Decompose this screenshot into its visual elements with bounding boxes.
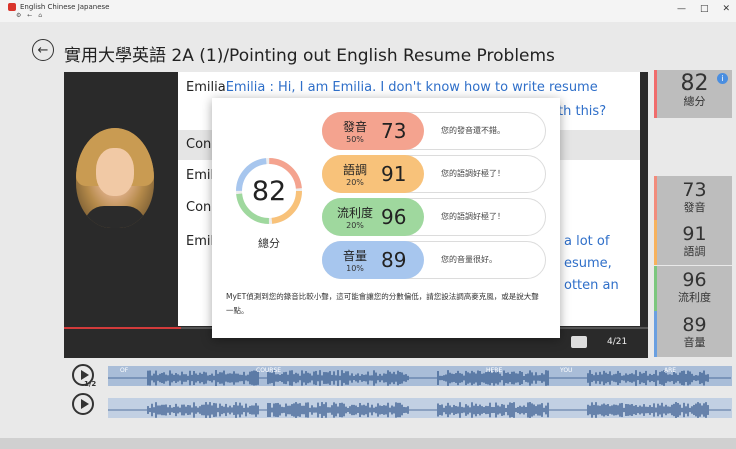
- metric-name: 發音: [342, 120, 367, 134]
- dialog-line[interactable]: esume,: [564, 256, 612, 271]
- total-score-label: 總分: [258, 237, 280, 250]
- play-icon: [81, 370, 89, 380]
- app-logo-icon: [8, 3, 16, 11]
- fluency-score-card[interactable]: 96 流利度: [654, 266, 732, 311]
- wave-word-label: OF: [120, 367, 129, 374]
- score-value: 91: [682, 223, 707, 245]
- metric-name: 語調: [342, 163, 367, 177]
- page-counter: 4/21: [607, 337, 628, 347]
- metric-fluency: 流利度 20% 96 您的語調好極了！: [322, 198, 546, 236]
- info-icon[interactable]: i: [717, 73, 728, 84]
- pronunciation-score-card[interactable]: 73 發音: [654, 176, 732, 220]
- score-label: 語調: [683, 245, 706, 258]
- dialog-text: Emilia : Hi, I am Emilia. I don't know h…: [225, 80, 598, 95]
- dialog-line[interactable]: EmiliaEmilia : Hi, I am Emilia. I don't …: [186, 80, 598, 95]
- page-title: 實用大學英語 2A (1)/Pointing out English Resum…: [64, 46, 555, 66]
- metric-comment: 您的語調好極了！: [441, 212, 505, 221]
- score-value: 73: [682, 179, 707, 201]
- dialog-line[interactable]: Emil: [186, 168, 214, 183]
- metric-weight: 50%: [346, 135, 364, 144]
- metric-score: 73: [381, 119, 407, 143]
- app-window: English Chinese Japanese ⚙ ← ⌂ — □ ✕ ← 實…: [0, 0, 736, 449]
- maximize-icon[interactable]: □: [700, 4, 709, 14]
- wave-word-label: ARE: [664, 367, 676, 374]
- metric-comment: 您的音量很好。: [441, 255, 497, 264]
- recording-waveform[interactable]: [108, 398, 732, 418]
- metric-comment: 您的語調好極了！: [441, 169, 505, 178]
- dialog-line[interactable]: Con: [186, 200, 211, 215]
- subtitle-icon[interactable]: [571, 336, 587, 348]
- metric-score: 91: [381, 162, 407, 186]
- window-title: English Chinese Japanese: [20, 3, 110, 11]
- arrow-left-icon: ←: [37, 42, 49, 58]
- total-score-label: 總分: [683, 95, 706, 108]
- dialog-line[interactable]: a lot of: [564, 234, 609, 249]
- total-score-value: 82: [251, 176, 287, 207]
- close-icon[interactable]: ✕: [722, 4, 730, 14]
- score-label: 流利度: [678, 291, 711, 304]
- dialog-line[interactable]: th this?: [558, 104, 606, 119]
- score-value: 96: [682, 269, 707, 291]
- intonation-score-card[interactable]: 91 語調: [654, 220, 732, 265]
- metric-weight: 20%: [346, 221, 364, 230]
- window-menu-icons[interactable]: ⚙ ← ⌂: [16, 12, 44, 19]
- volume-warning-note: MyET偵測到您的錄音比較小聲，這可能會讓您的分數偏低，請您設法調高麥克風，或是…: [226, 292, 539, 315]
- progress-fill: [64, 327, 181, 329]
- metric-comment: 您的發音還不錯。: [441, 126, 505, 135]
- reference-waveform[interactable]: OF COURSE HERE YOU ARE: [108, 366, 732, 386]
- play-icon: [81, 399, 89, 409]
- speaker-name: Emilia: [186, 80, 226, 95]
- score-label: 音量: [683, 336, 706, 349]
- metric-score: 89: [381, 248, 407, 272]
- metric-weight: 20%: [346, 178, 364, 187]
- metric-volume: 音量 10% 89 您的音量很好。: [322, 241, 546, 279]
- metric-name: 流利度: [337, 206, 374, 220]
- play-recording-button[interactable]: [72, 393, 94, 415]
- dialog-line[interactable]: Emil: [186, 234, 214, 249]
- speaker-avatar: [76, 128, 154, 228]
- volume-score-card[interactable]: 89 音量: [654, 311, 732, 357]
- wave-word-label: HERE: [486, 367, 502, 374]
- metric-intonation: 語調 20% 91 您的語調好極了！: [322, 155, 546, 193]
- score-label: 發音: [683, 201, 706, 214]
- score-value: 89: [682, 314, 707, 336]
- wave-word-label: YOU: [559, 367, 572, 374]
- back-button[interactable]: ←: [32, 39, 54, 61]
- metric-name: 音量: [342, 249, 367, 263]
- wave-word-label: COURSE: [256, 367, 281, 374]
- dialog-line[interactable]: otten an: [564, 278, 619, 293]
- title-bar: English Chinese Japanese ⚙ ← ⌂ — □ ✕: [0, 0, 736, 22]
- page-header: ← 實用大學英語 2A (1)/Pointing out English Res…: [0, 22, 736, 66]
- status-bar: [0, 438, 736, 449]
- metric-weight: 10%: [346, 264, 364, 273]
- metric-score: 96: [381, 205, 407, 229]
- metric-pronunciation: 發音 50% 73 您的發音還不錯。: [322, 112, 546, 150]
- total-score-card[interactable]: i 82 總分: [654, 70, 732, 118]
- half-speed-label: 1/2: [84, 380, 97, 388]
- minimize-icon[interactable]: —: [677, 4, 686, 14]
- score-detail-modal: 82 總分 發音 50% 73 您的發音還不錯。 語調 20% 91 您的語調好…: [212, 98, 560, 338]
- window-controls: — □ ✕: [677, 4, 730, 14]
